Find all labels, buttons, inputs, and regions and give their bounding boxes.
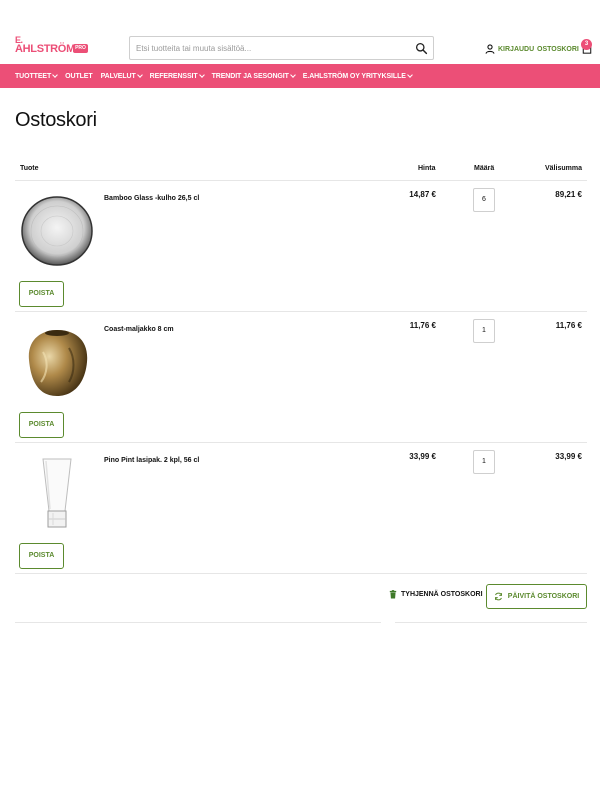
nav-item-referenssit[interactable]: REFERENSSIT — [149, 72, 205, 80]
remove-button[interactable]: POISTA — [19, 543, 64, 569]
empty-cart-label: TYHJENNÄ OSTOSKORI — [401, 591, 483, 598]
update-cart-label: PÄIVITÄ OSTOSKORI — [507, 593, 580, 600]
product-name[interactable]: Bamboo Glass -kulho 26,5 cl — [104, 195, 199, 202]
trash-icon — [389, 590, 397, 599]
nav-item-outlet[interactable]: OUTLET — [65, 72, 93, 80]
cart-row: Pino Pint lasipak. 2 kpl, 56 cl 33,99 € … — [15, 443, 587, 574]
nav-item-tuotteet[interactable]: TUOTTEET — [15, 72, 58, 80]
product-image-pint-glass[interactable] — [19, 453, 95, 533]
site-header: E. AHLSTRÖM PRO KIRJAUDU OSTOSKORI 3 — [0, 0, 600, 64]
product-name[interactable]: Pino Pint lasipak. 2 kpl, 56 cl — [104, 457, 199, 464]
divider — [15, 622, 381, 623]
main-nav: TUOTTEET OUTLET PALVELUT REFERENSSIT TRE… — [0, 64, 600, 88]
column-header-product: Tuote — [20, 165, 39, 172]
nav-item-label: REFERENSSIT — [149, 72, 198, 80]
update-cart-button[interactable]: PÄIVITÄ OSTOSKORI — [486, 584, 587, 609]
empty-cart-button[interactable]: TYHJENNÄ OSTOSKORI — [389, 590, 483, 599]
product-price: 14,87 € — [409, 190, 436, 199]
nav-item-label: OUTLET — [65, 72, 93, 80]
quantity-input[interactable]: 1 — [473, 319, 495, 343]
row-subtotal: 89,21 € — [555, 190, 582, 199]
nav-item-palvelut[interactable]: PALVELUT — [100, 72, 143, 80]
cart-row: Coast-maljakko 8 cm 11,76 € 1 11,76 € PO… — [15, 312, 587, 443]
chevron-down-icon — [52, 72, 58, 78]
nav-item-trendit[interactable]: TRENDIT JA SESONGIT — [211, 72, 296, 80]
product-image-glass-bowl[interactable] — [19, 191, 95, 271]
column-header-price: Hinta — [418, 165, 436, 172]
cart-label: OSTOSKORI — [537, 45, 579, 53]
chevron-down-icon — [406, 72, 413, 78]
nav-item-label: PALVELUT — [100, 72, 136, 80]
page-title: Ostoskori — [15, 109, 97, 131]
divider — [395, 622, 587, 623]
nav-item-yrityksille[interactable]: E.AHLSTRÖM OY YRITYKSILLE — [302, 72, 413, 80]
column-header-quantity: Määrä — [474, 165, 495, 172]
cart-count-badge: 3 — [581, 39, 592, 50]
logo-text: AHLSTRÖM — [15, 43, 75, 55]
remove-button[interactable]: POISTA — [19, 412, 64, 438]
column-header-subtotal: Välisumma — [545, 165, 582, 172]
row-subtotal: 33,99 € — [555, 452, 582, 461]
nav-item-label: TUOTTEET — [15, 72, 52, 80]
brand-logo[interactable]: E. AHLSTRÖM PRO — [15, 36, 95, 58]
product-price: 11,76 € — [409, 321, 436, 330]
search-input[interactable] — [136, 41, 406, 56]
quantity-input[interactable]: 1 — [473, 450, 495, 474]
cart-row: Bamboo Glass -kulho 26,5 cl 14,87 € 6 89… — [15, 181, 587, 312]
chevron-down-icon — [289, 72, 296, 78]
login-link[interactable]: KIRJAUDU — [485, 43, 534, 55]
user-icon — [485, 44, 495, 54]
row-subtotal: 11,76 € — [555, 321, 582, 330]
product-name[interactable]: Coast-maljakko 8 cm — [104, 326, 174, 333]
logo-pro-badge: PRO — [73, 44, 88, 53]
login-label: KIRJAUDU — [498, 45, 535, 53]
product-price: 33,99 € — [409, 452, 436, 461]
search-icon[interactable] — [415, 42, 428, 55]
chevron-down-icon — [136, 72, 143, 78]
nav-item-label: TRENDIT JA SESONGIT — [211, 72, 289, 80]
search-box — [129, 36, 434, 60]
divider — [15, 573, 587, 574]
refresh-icon — [494, 592, 502, 601]
chevron-down-icon — [198, 72, 205, 78]
nav-item-label: E.AHLSTRÖM OY YRITYKSILLE — [302, 72, 406, 80]
quantity-input[interactable]: 6 — [473, 188, 495, 212]
remove-button[interactable]: POISTA — [19, 281, 64, 307]
product-image-gold-vase[interactable] — [19, 322, 95, 402]
